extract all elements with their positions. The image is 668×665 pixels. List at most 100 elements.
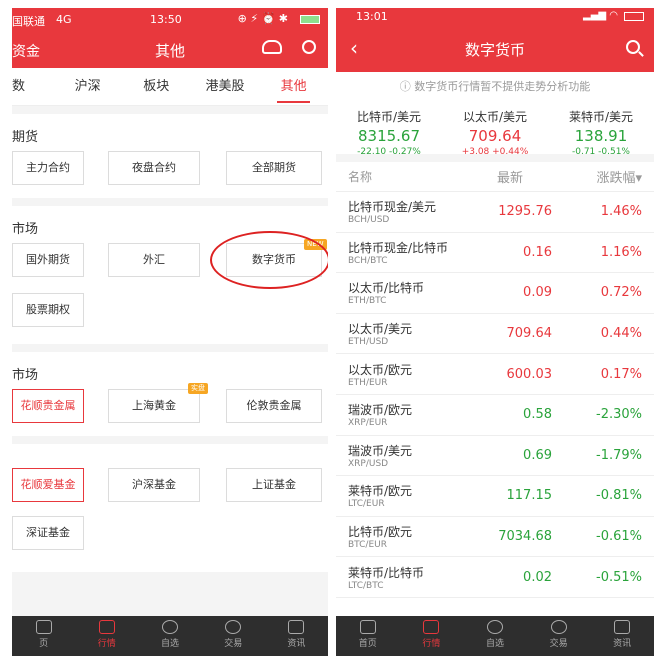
tab-sector[interactable]: 板块 bbox=[122, 68, 191, 105]
shanghai-fund-button[interactable]: 上证基金 bbox=[226, 468, 322, 502]
nav-market[interactable]: 行情 bbox=[400, 616, 464, 656]
all-futures-button[interactable]: 全部期货 bbox=[226, 151, 322, 185]
search-icon[interactable] bbox=[626, 40, 640, 54]
chart-icon bbox=[423, 620, 440, 634]
nav-label: 交易 bbox=[549, 639, 568, 649]
nav-watchlist[interactable]: 自选 bbox=[463, 616, 527, 656]
battery-icon bbox=[624, 12, 644, 21]
main-contract-button[interactable]: 主力合约 bbox=[12, 151, 84, 185]
status-icons: ⊕ ⚡ ⏰ ✱ bbox=[237, 12, 288, 25]
table-row[interactable]: 比特币/欧元 BTC/EUR 7034.68 -0.61% bbox=[336, 516, 654, 558]
change-cell: 1.46% bbox=[600, 204, 642, 220]
quote-name: 莱特币/美元 bbox=[568, 110, 634, 124]
search-icon[interactable] bbox=[302, 40, 316, 54]
nav-market[interactable]: 行情 bbox=[75, 616, 138, 656]
price-cell: 0.09 bbox=[523, 285, 552, 301]
price-cell: 0.02 bbox=[523, 569, 552, 585]
section-market: 市场 国外期货 外汇 数字货币 NEW 股票期权 bbox=[12, 206, 328, 344]
home-icon bbox=[359, 620, 376, 634]
nav-watchlist[interactable]: 自选 bbox=[138, 616, 201, 656]
pair-code: XRP/EUR bbox=[348, 418, 388, 429]
ths-fund-button[interactable]: 花顺爱基金 bbox=[12, 468, 84, 502]
quote-btc-usd[interactable]: 比特币/美元 8315.67 -22.10 -0.27% bbox=[336, 102, 442, 157]
pair-code: XRP/USD bbox=[348, 458, 389, 469]
nav-label: 行情 bbox=[422, 639, 441, 649]
clock: 13:50 bbox=[150, 13, 182, 26]
tab-other[interactable]: 其他 bbox=[259, 68, 328, 105]
pair-name: 莱特币/欧元 bbox=[348, 484, 413, 499]
table-row[interactable]: 瑞波币/美元 XRP/USD 0.69 -1.79% bbox=[336, 435, 654, 477]
table-row[interactable]: 以太币/比特币 ETH/BTC 0.09 0.72% bbox=[336, 273, 654, 314]
highlight-circle bbox=[210, 231, 328, 289]
robot-icon[interactable] bbox=[262, 40, 282, 54]
pair-name: 以太币/比特币 bbox=[348, 281, 425, 296]
price-cell: 0.69 bbox=[523, 447, 552, 463]
tab-index[interactable]: 数 bbox=[12, 68, 53, 105]
shenzhen-fund-button[interactable]: 深证基金 bbox=[12, 516, 84, 550]
quote-price: 8315.67 bbox=[357, 127, 421, 145]
forex-button[interactable]: 外汇 bbox=[108, 243, 200, 277]
pair-cell: 比特币现金/比特币 BCH/BTC bbox=[348, 239, 468, 266]
table-row[interactable]: 以太币/欧元 ETH/EUR 600.03 0.17% bbox=[336, 354, 654, 395]
pair-cell: 比特币/欧元 BTC/EUR bbox=[348, 523, 468, 550]
header-change[interactable]: 涨跌幅▾ bbox=[552, 167, 642, 186]
change-cell: 1.16% bbox=[600, 244, 642, 260]
night-contract-button[interactable]: 夜盘合约 bbox=[108, 151, 200, 185]
pair-name: 比特币/欧元 bbox=[348, 525, 413, 540]
nav-trade[interactable]: 交易 bbox=[202, 616, 265, 656]
nav-label: 首页 bbox=[358, 639, 377, 649]
london-metal-button[interactable]: 伦敦贵金属 bbox=[226, 389, 322, 423]
table-row[interactable]: 瑞波币/欧元 XRP/EUR 0.58 -2.30% bbox=[336, 394, 654, 436]
pair-cell: 以太币/比特币 ETH/BTC bbox=[348, 279, 468, 306]
price-cell: 117.15 bbox=[506, 488, 553, 504]
signal-icon: ▂▄▆ ◠ bbox=[583, 10, 618, 21]
pair-name: 以太币/欧元 bbox=[348, 362, 413, 377]
pair-name: 以太币/美元 bbox=[348, 322, 413, 337]
table-row[interactable]: 比特币现金/美元 BCH/USD 1295.76 1.46% bbox=[336, 192, 654, 233]
stock-options-button[interactable]: 股票期权 bbox=[12, 293, 84, 327]
table-row[interactable]: 莱特币/欧元 LTC/EUR 117.15 -0.81% bbox=[336, 476, 654, 517]
nav-news[interactable]: 资讯 bbox=[265, 616, 328, 656]
market-tabs: 数 沪深 板块 港美股 其他 bbox=[12, 68, 328, 106]
ths-precious-metal-button[interactable]: 花顺贵金属 bbox=[12, 389, 84, 423]
hushen-fund-button[interactable]: 沪深基金 bbox=[108, 468, 200, 502]
nav-label: 交易 bbox=[224, 639, 243, 649]
section-title: 期货 bbox=[12, 130, 39, 145]
nav-label: 资讯 bbox=[613, 639, 632, 649]
header-price[interactable]: 最新 bbox=[468, 167, 552, 186]
bottom-nav: 页 行情 自选 交易 资讯 bbox=[12, 616, 328, 656]
nav-home[interactable]: 页 bbox=[12, 616, 75, 656]
status-bar: 13:01 ▂▄▆ ◠ bbox=[336, 8, 654, 26]
table-row[interactable]: 莱特币/比特币 LTC/BTC 0.02 -0.51% bbox=[336, 557, 654, 598]
section-precious-metals: 市场 花顺贵金属 上海黄金 实盘 伦敦贵金属 bbox=[12, 352, 328, 436]
table-row[interactable]: 比特币现金/比特币 BCH/BTC 0.16 1.16% bbox=[336, 232, 654, 274]
nav-trade[interactable]: 交易 bbox=[527, 616, 591, 656]
foreign-futures-button[interactable]: 国外期货 bbox=[12, 243, 84, 277]
change-cell: -1.79% bbox=[596, 447, 642, 463]
table-row[interactable]: 以太币/美元 ETH/USD 709.64 0.44% bbox=[336, 313, 654, 355]
pair-name: 瑞波币/美元 bbox=[348, 443, 413, 458]
tab-hushen[interactable]: 沪深 bbox=[53, 68, 122, 105]
quote-price: 709.64 bbox=[468, 127, 522, 145]
change-cell: 0.44% bbox=[600, 326, 642, 342]
home-icon bbox=[35, 620, 52, 634]
header-name[interactable]: 名称 bbox=[348, 168, 468, 185]
pair-code: LTC/BTC bbox=[348, 580, 384, 591]
app-header: 资金 其他 bbox=[12, 30, 328, 68]
nav-home[interactable]: 首页 bbox=[336, 616, 400, 656]
pair-cell: 莱特币/欧元 LTC/EUR bbox=[348, 482, 468, 509]
tab-hk-us[interactable]: 港美股 bbox=[191, 68, 260, 105]
quote-eth-usd[interactable]: 以太币/美元 709.64 +3.08 +0.44% bbox=[442, 102, 548, 157]
section-funds: 花顺爱基金 沪深基金 上证基金 深证基金 bbox=[12, 444, 328, 572]
pair-code: BCH/BTC bbox=[348, 255, 388, 266]
change-cell: -0.51% bbox=[596, 569, 642, 585]
user-icon bbox=[486, 620, 503, 634]
quote-ltc-usd[interactable]: 莱特币/美元 138.91 -0.71 -0.51% bbox=[548, 102, 654, 157]
pair-name: 比特币现金/比特币 bbox=[348, 240, 449, 255]
quote-price: 138.91 bbox=[574, 127, 628, 145]
user-icon bbox=[162, 620, 178, 634]
quote-change: -0.71 -0.51% bbox=[572, 147, 630, 157]
shanghai-gold-button[interactable]: 上海黄金 bbox=[108, 389, 200, 423]
pair-name: 莱特币/比特币 bbox=[348, 565, 425, 580]
nav-news[interactable]: 资讯 bbox=[590, 616, 654, 656]
